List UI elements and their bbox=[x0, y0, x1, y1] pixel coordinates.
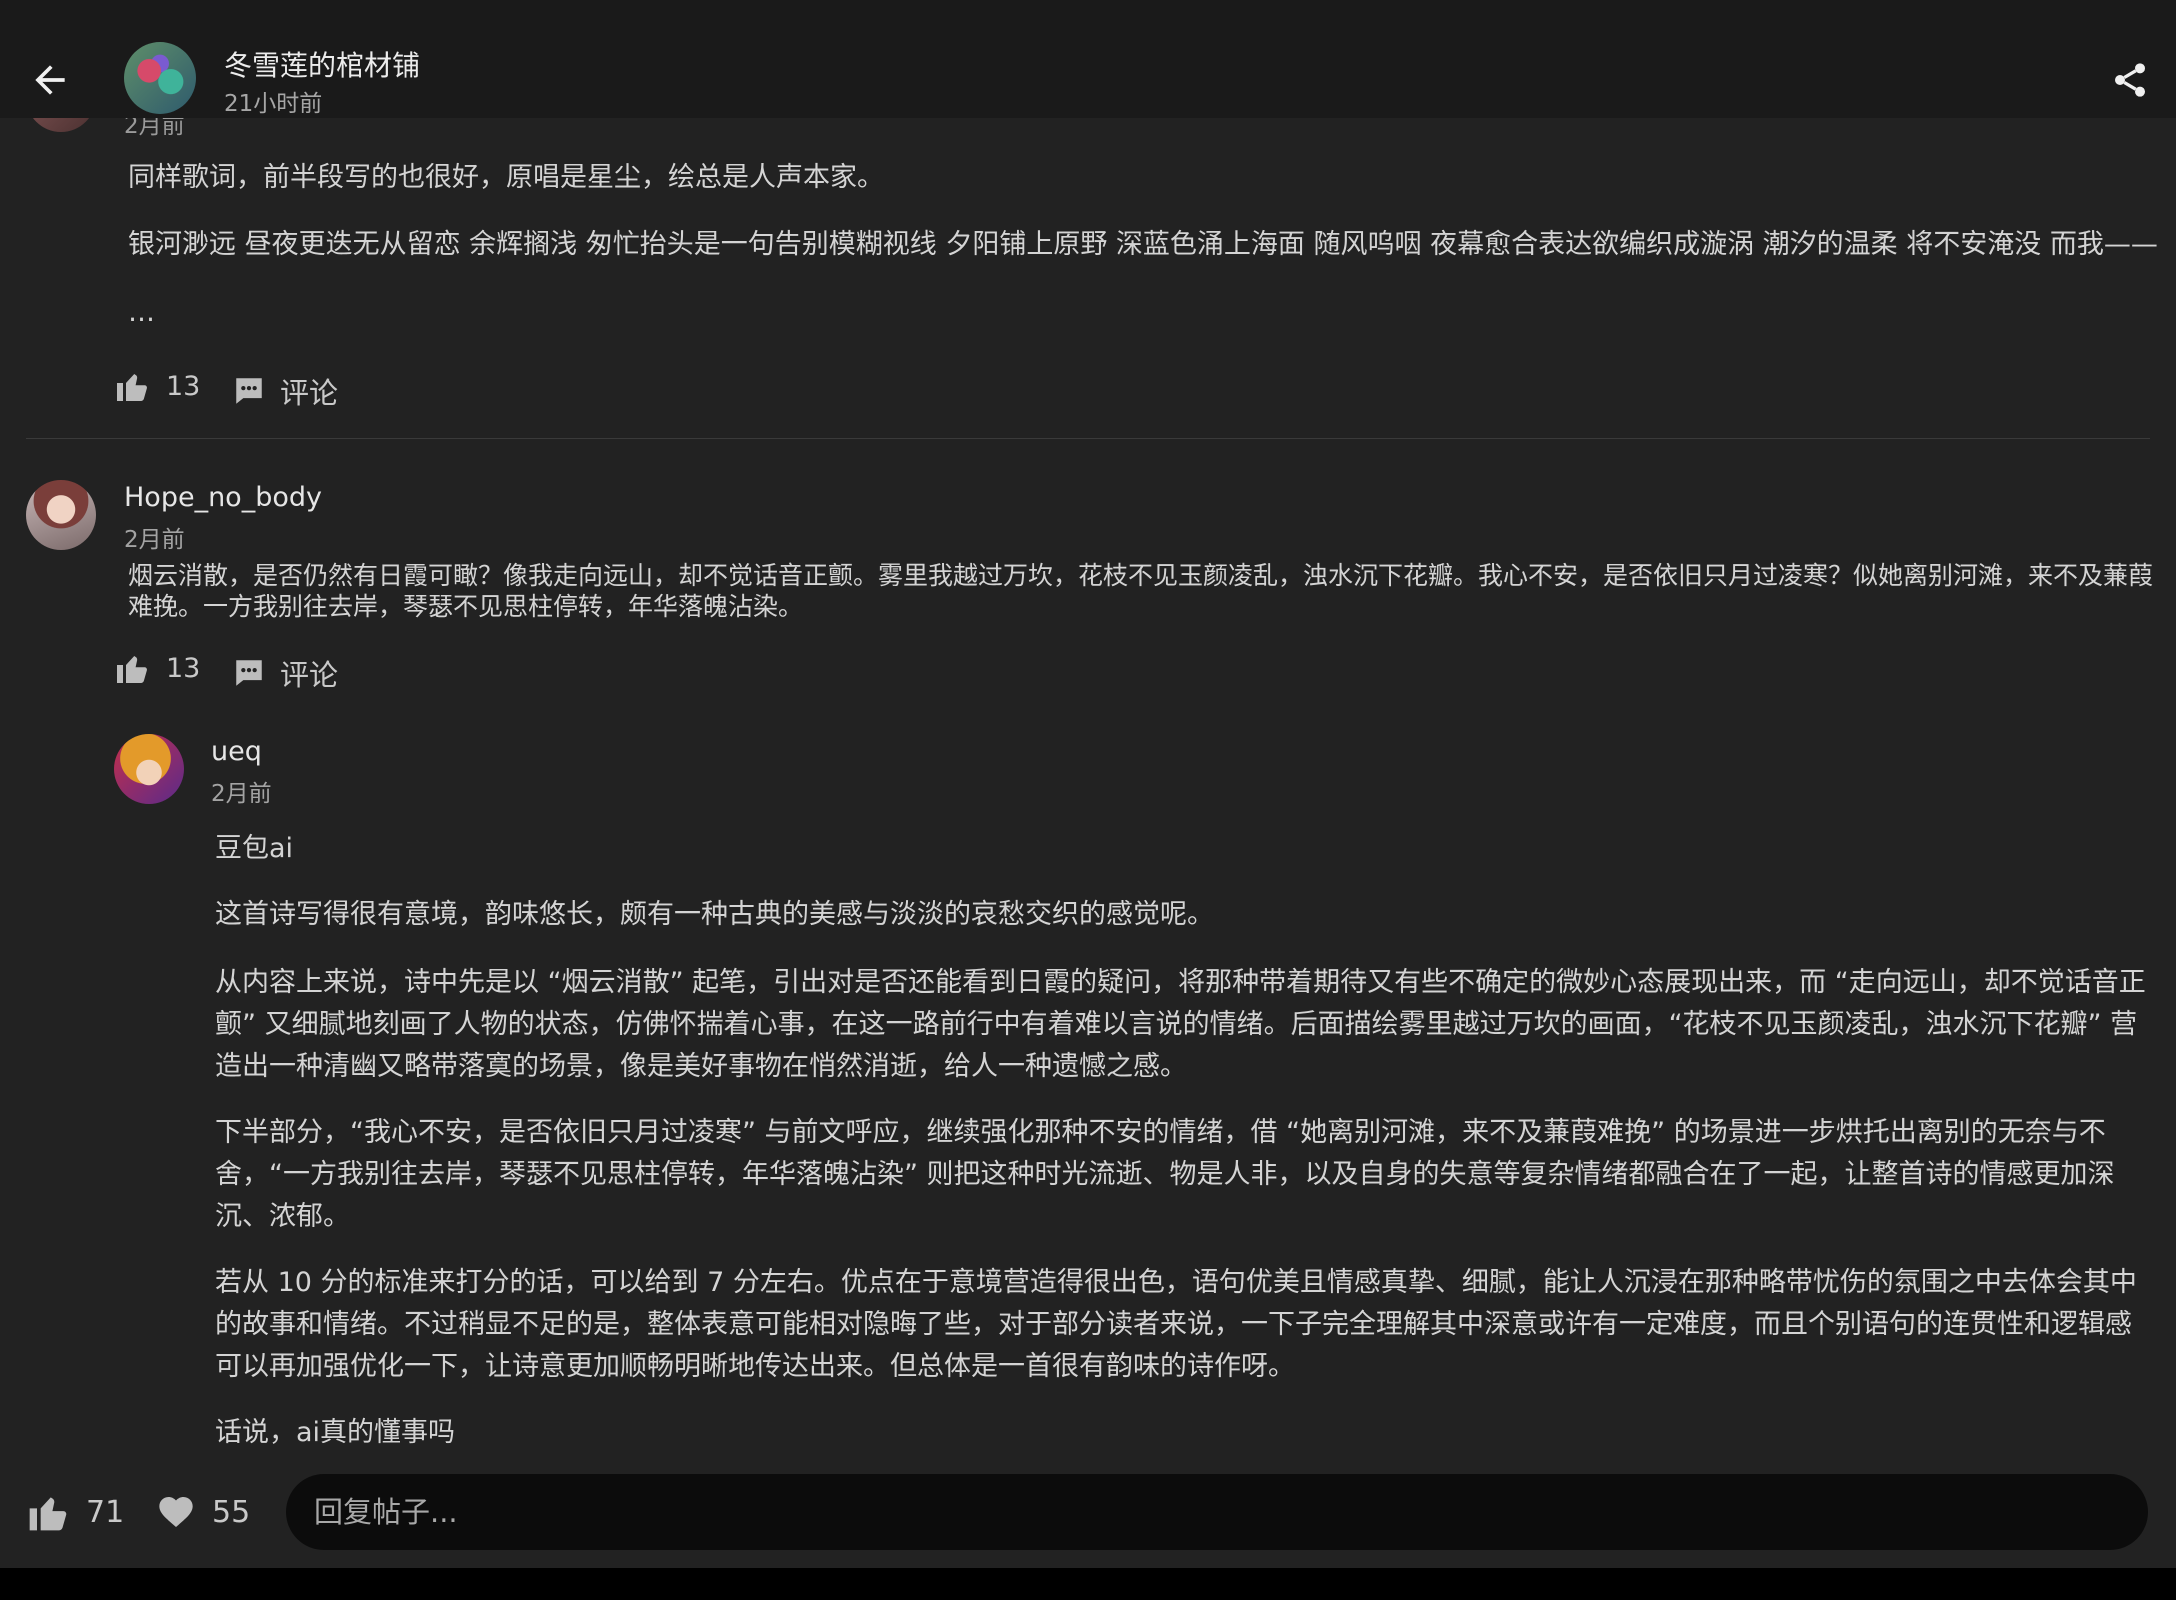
like-button[interactable]: 13 bbox=[114, 650, 200, 686]
reply-text: 豆包ai bbox=[215, 833, 294, 864]
thumbs-up-icon bbox=[117, 374, 147, 401]
comment-label: 评论 bbox=[280, 658, 339, 692]
share-button[interactable] bbox=[2110, 60, 2150, 100]
reply-input[interactable] bbox=[286, 1474, 2148, 1550]
top-bar: 冬雪莲的棺材铺 21小时前 bbox=[0, 0, 2176, 118]
post-favorite-button[interactable]: 55 bbox=[156, 1492, 250, 1532]
like-count: 13 bbox=[166, 370, 201, 402]
divider bbox=[26, 438, 2150, 439]
heart-icon bbox=[159, 1497, 193, 1527]
share-icon bbox=[2115, 63, 2145, 97]
comment-button[interactable]: 评论 bbox=[232, 370, 338, 412]
author-avatar[interactable] bbox=[124, 42, 196, 114]
post-like-button[interactable]: 71 bbox=[26, 1490, 124, 1534]
page-title[interactable]: 冬雪莲的棺材铺 bbox=[224, 44, 420, 84]
comment-button[interactable]: 评论 bbox=[232, 652, 338, 694]
reply-text: 这首诗写得很有意境，韵味悠长，颇有一种古典的美感与淡淡的哀愁交织的感觉呢。 bbox=[215, 899, 1214, 930]
comment-text: 银河渺远 昼夜更迭无从留恋 余辉搁浅 匆忙抬头是一句告别模糊视线 夕阳铺上原野 … bbox=[128, 229, 2158, 260]
post-time: 21小时前 bbox=[224, 91, 323, 117]
thumbs-up-icon bbox=[29, 1497, 67, 1531]
reply-text: 下半部分，“我心不安，是否依旧只月过凌寒” 与前文呼应，继续强化那种不安的情绪，… bbox=[215, 1117, 2106, 1148]
comment-time: 2月前 bbox=[124, 527, 185, 553]
reply-text: 可以再加强优化一下，让诗意更加顺畅明晰地传达出来。但总体是一首很有韵味的诗作呀。 bbox=[215, 1351, 1295, 1382]
comment-label: 评论 bbox=[280, 376, 339, 410]
username[interactable]: Hope_no_body bbox=[124, 482, 322, 513]
thumbs-up-icon bbox=[117, 656, 147, 683]
back-arrow-icon bbox=[35, 65, 65, 95]
system-nav-bar bbox=[0, 1568, 2176, 1600]
post-favorite-count: 55 bbox=[212, 1494, 251, 1530]
comment-text: … bbox=[128, 297, 155, 328]
reply-text: 造出一种清幽又略带落寞的场景，像是美好事物在悄然消逝，给人一种遗憾之感。 bbox=[215, 1051, 1187, 1082]
comment-time: 2月前 bbox=[211, 781, 272, 807]
like-count: 13 bbox=[166, 652, 201, 684]
reply-text: 若从 10 分的标准来打分的话，可以给到 7 分左右。优点在于意境营造得很出色，… bbox=[215, 1267, 2137, 1298]
comment-bubble-icon bbox=[236, 660, 262, 686]
reply-text: 从内容上来说，诗中先是以 “烟云消散” 起笔，引出对是否还能看到日霞的疑问，将那… bbox=[215, 967, 2146, 998]
comment-bubble-icon bbox=[236, 378, 262, 404]
back-button[interactable] bbox=[28, 58, 72, 102]
comment-text: 同样歌词，前半段写的也很好，原唱是星尘，绘总是人声本家。 bbox=[128, 162, 884, 193]
reply-text: 舍，“一方我别往去岸，琴瑟不见思柱停转，年华落魄沾染” 则把这种时光流逝、物是人… bbox=[215, 1159, 2115, 1190]
post-like-count: 71 bbox=[86, 1494, 125, 1530]
post-detail-page: 2月前 同样歌词，前半段写的也很好，原唱是星尘，绘总是人声本家。 银河渺远 昼夜… bbox=[0, 0, 2176, 1600]
reply-text: 颤” 又细腻地刻画了人物的状态，仿佛怀揣着心事，在这一路前行中有着难以言说的情绪… bbox=[215, 1009, 2138, 1040]
comment-text: 难挽。一方我别往去岸，琴瑟不见思柱停转，年华落魄沾染。 bbox=[128, 592, 804, 621]
reply-text: 话说，ai真的懂事吗 bbox=[215, 1417, 456, 1448]
avatar[interactable] bbox=[114, 734, 184, 804]
reply-text: 的故事和情绪。不过稍显不足的是，整体表意可能相对隐晦了些，对于部分读者来说，一下… bbox=[215, 1309, 2132, 1340]
username[interactable]: ueq bbox=[211, 736, 262, 767]
avatar[interactable] bbox=[26, 480, 96, 550]
comment-text: 烟云消散，是否仍然有日霞可瞰？像我走向远山，却不觉话音正颤。雾里我越过万坎，花枝… bbox=[128, 561, 2154, 590]
reply-text: 沉、浓郁。 bbox=[215, 1201, 350, 1232]
like-button[interactable]: 13 bbox=[114, 368, 200, 404]
